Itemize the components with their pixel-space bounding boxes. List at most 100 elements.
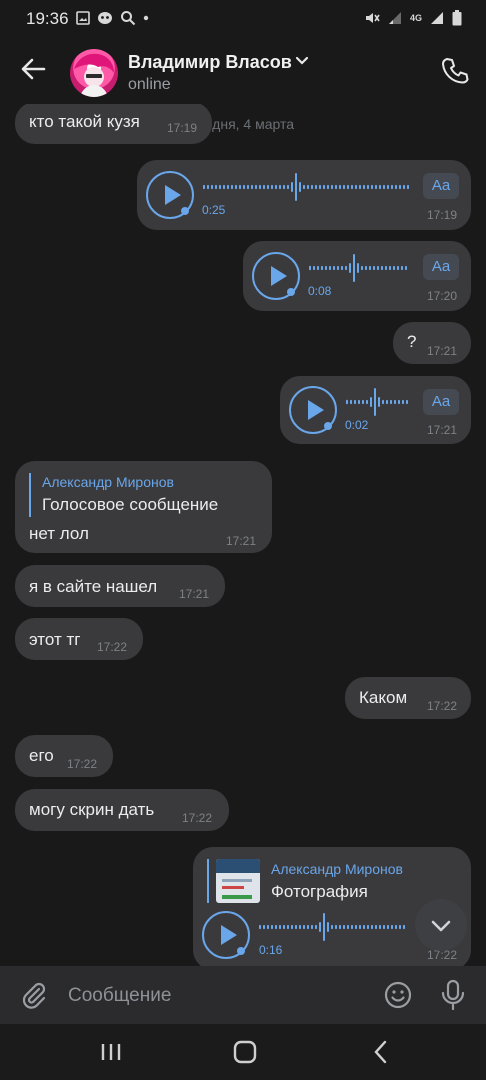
message-time: 17:19 (427, 208, 458, 222)
voice-message-outgoing[interactable]: 0:02 Aa 17:21 (280, 376, 471, 444)
waveform-bar (374, 388, 376, 416)
unplayed-dot-icon (324, 422, 332, 430)
emoji-icon[interactable] (384, 981, 412, 1009)
waveform-bar (382, 399, 384, 405)
waveform-bar (354, 399, 356, 405)
waveform-bar (323, 184, 325, 190)
search-notification-icon (121, 11, 136, 26)
waveform-bar (295, 173, 297, 201)
waveform-bar (331, 184, 333, 190)
waveform-bar (375, 184, 377, 190)
waveform-bar (394, 399, 396, 405)
contact-status: online (128, 76, 171, 93)
waveform-bar (391, 924, 393, 930)
waveform-bar (386, 399, 388, 405)
waveform[interactable] (259, 912, 407, 942)
waveform-bar (279, 924, 281, 930)
waveform-bar (383, 184, 385, 190)
waveform-bar (403, 184, 405, 190)
waveform-bar (390, 399, 392, 405)
message-bubble-incoming[interactable]: могу скрин дать 17:22 (15, 789, 229, 831)
waveform-bar (227, 184, 229, 190)
message-text: этот тг (29, 630, 81, 649)
message-time: 17:22 (182, 811, 213, 825)
voice-message-outgoing[interactable]: 0:25 Aa 17:19 (137, 160, 471, 230)
message-bubble-incoming[interactable]: я в сайте нашел 17:21 (15, 565, 225, 607)
voice-duration: 0:02 (345, 418, 369, 432)
unplayed-dot-icon (181, 207, 189, 215)
reply-bar (207, 859, 209, 903)
back-nav-icon[interactable] (366, 1038, 396, 1066)
waveform-bar (397, 265, 399, 271)
waveform-bar (315, 184, 317, 190)
waveform-bar (391, 184, 393, 190)
waveform-bar (398, 399, 400, 405)
waveform-bar (406, 399, 408, 405)
chevron-down-icon[interactable] (295, 56, 309, 66)
waveform-bar (343, 184, 345, 190)
waveform-bar (350, 399, 352, 405)
voice-message-outgoing[interactable]: 0:08 Aa 17:20 (243, 241, 471, 311)
waveform-bar (243, 184, 245, 190)
waveform-bar (211, 184, 213, 190)
waveform-bar (375, 924, 377, 930)
waveform-bar (399, 924, 401, 930)
waveform-bar (407, 184, 409, 190)
waveform-bar (339, 924, 341, 930)
waveform[interactable] (309, 253, 411, 283)
message-input[interactable] (68, 983, 368, 1009)
status-time: 19:36 (26, 9, 69, 28)
transcribe-button[interactable]: Aa (423, 389, 459, 415)
message-bubble-incoming[interactable]: его 17:22 (15, 735, 113, 777)
message-bubble-outgoing[interactable]: ? 17:21 (393, 322, 471, 364)
waveform-bar (343, 924, 345, 930)
recent-apps-icon[interactable] (96, 1038, 126, 1066)
waveform-bar (351, 184, 353, 190)
microphone-icon[interactable] (440, 979, 466, 1011)
system-navigation-bar (0, 1024, 486, 1080)
paperclip-icon[interactable] (20, 981, 48, 1009)
reply-preview[interactable]: Голосовое сообщение (42, 495, 218, 515)
phone-icon[interactable] (440, 56, 470, 86)
waveform-bar (271, 184, 273, 190)
waveform-bar (283, 924, 285, 930)
message-bubble-outgoing[interactable]: Каком 17:22 (345, 677, 471, 719)
waveform-bar (295, 924, 297, 930)
reply-bar (29, 473, 31, 517)
waveform-bar (239, 184, 241, 190)
waveform-bar (263, 184, 265, 190)
chat-header: Владимир Власов online (0, 36, 486, 104)
reply-message-incoming[interactable]: Александр Миронов Голосовое сообщение не… (15, 461, 272, 553)
waveform-bar (377, 265, 379, 271)
waveform-bar (379, 184, 381, 190)
waveform-bar (307, 184, 309, 190)
waveform-bar (371, 924, 373, 930)
waveform-bar (311, 924, 313, 930)
unplayed-dot-icon (237, 947, 245, 955)
home-icon[interactable] (230, 1038, 260, 1066)
reply-author[interactable]: Александр Миронов (271, 861, 403, 877)
message-bubble-incoming[interactable]: этот тг 17:22 (15, 618, 143, 660)
message-list[interactable]: Сегодня, 4 марта кто такой кузя 17:19 0:… (0, 104, 486, 966)
waveform-bar (370, 397, 372, 407)
waveform-bar (291, 924, 293, 930)
transcribe-button[interactable]: Aa (423, 254, 459, 280)
reply-preview[interactable]: Фотография (271, 882, 368, 902)
transcribe-button[interactable]: Aa (423, 173, 459, 199)
waveform-bar (378, 397, 380, 407)
reply-author[interactable]: Александр Миронов (42, 474, 174, 490)
waveform-bar (387, 184, 389, 190)
waveform-bar (389, 265, 391, 271)
waveform-bar (337, 265, 339, 271)
message-bubble-incoming[interactable]: кто такой кузя 17:19 (15, 104, 212, 144)
arrow-left-icon[interactable] (18, 54, 48, 84)
waveform[interactable] (346, 387, 412, 417)
reply-photo-thumbnail[interactable] (216, 859, 260, 903)
contact-name[interactable]: Владимир Власов (128, 52, 292, 73)
signal-2-icon (431, 12, 443, 24)
waveform-bar (366, 399, 368, 405)
scroll-to-bottom-button[interactable] (415, 899, 467, 951)
avatar[interactable] (70, 49, 118, 97)
message-text: ? (407, 332, 417, 351)
waveform[interactable] (203, 172, 411, 202)
